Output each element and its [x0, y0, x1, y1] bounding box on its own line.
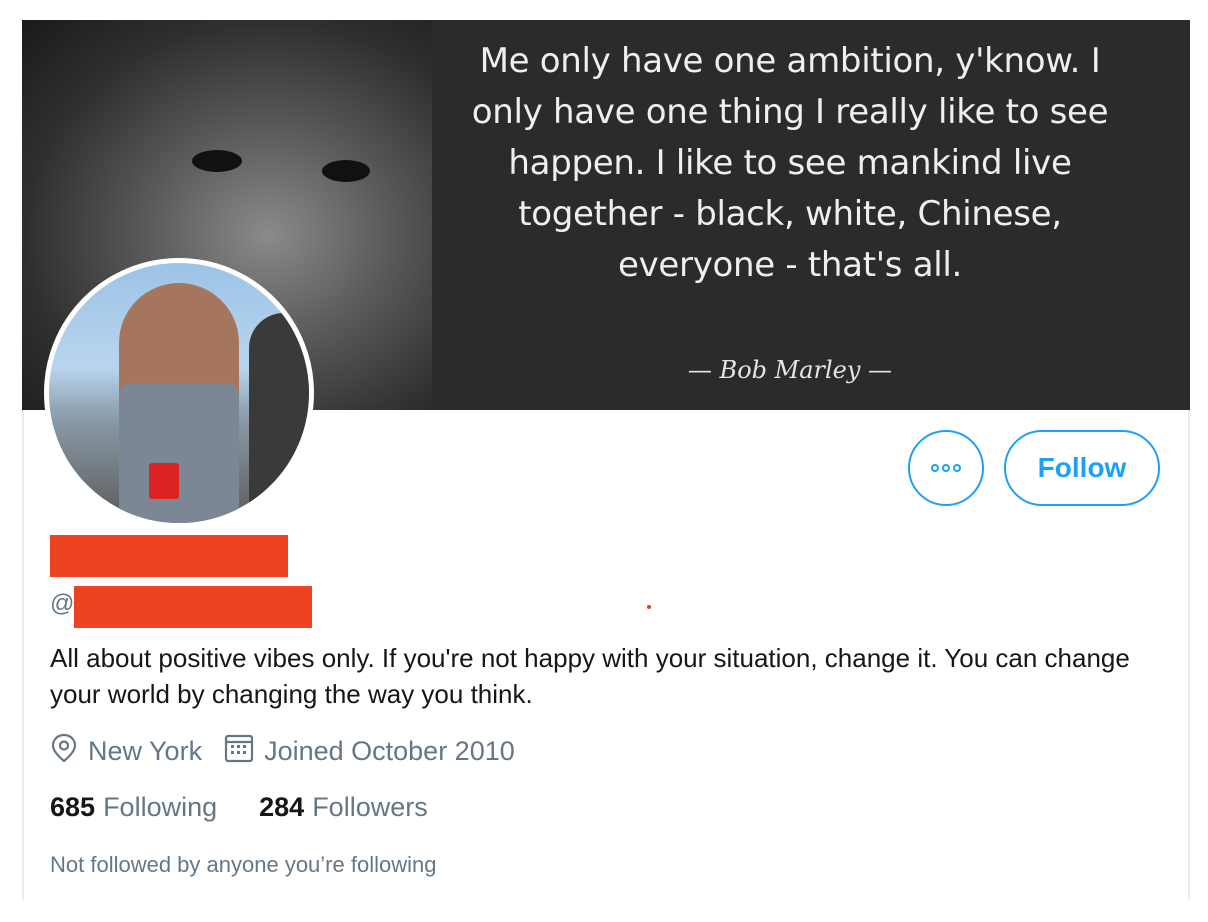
- redacted-display-name: [50, 535, 288, 577]
- stray-dot: [647, 605, 651, 609]
- following-label: Following: [103, 792, 218, 822]
- following-link[interactable]: 685 Following: [50, 792, 217, 823]
- profile-bio: All about positive vibes only. If you're…: [50, 643, 1130, 709]
- avatar[interactable]: [44, 258, 314, 528]
- followers-label: Followers: [312, 792, 428, 822]
- more-dots-icon: [931, 464, 961, 472]
- location-text: New York: [88, 736, 203, 766]
- calendar-icon: [224, 733, 254, 770]
- location-pin-icon: [50, 733, 78, 770]
- joined-text: Joined October 2010: [264, 736, 515, 766]
- followers-count: 284: [259, 792, 305, 822]
- handle-at-symbol: @: [50, 590, 75, 617]
- followers-link[interactable]: 284 Followers: [259, 792, 428, 823]
- redacted-handle: [74, 586, 312, 628]
- banner-quote-author: — Bob Marley —: [687, 356, 893, 384]
- more-options-button[interactable]: [908, 430, 984, 506]
- joined-item: Joined October 2010: [224, 733, 515, 770]
- not-followed-note: Not followed by anyone you’re following: [50, 852, 437, 877]
- banner-quote: Me only have one ambition, y'know. I onl…: [471, 41, 1109, 285]
- location-item: New York: [50, 733, 202, 770]
- follow-button[interactable]: Follow: [1004, 430, 1160, 506]
- profile-stats: 685 Following 284 Followers: [50, 792, 470, 823]
- profile-meta: New York Joined October 2010: [50, 733, 537, 770]
- following-count: 685: [50, 792, 96, 822]
